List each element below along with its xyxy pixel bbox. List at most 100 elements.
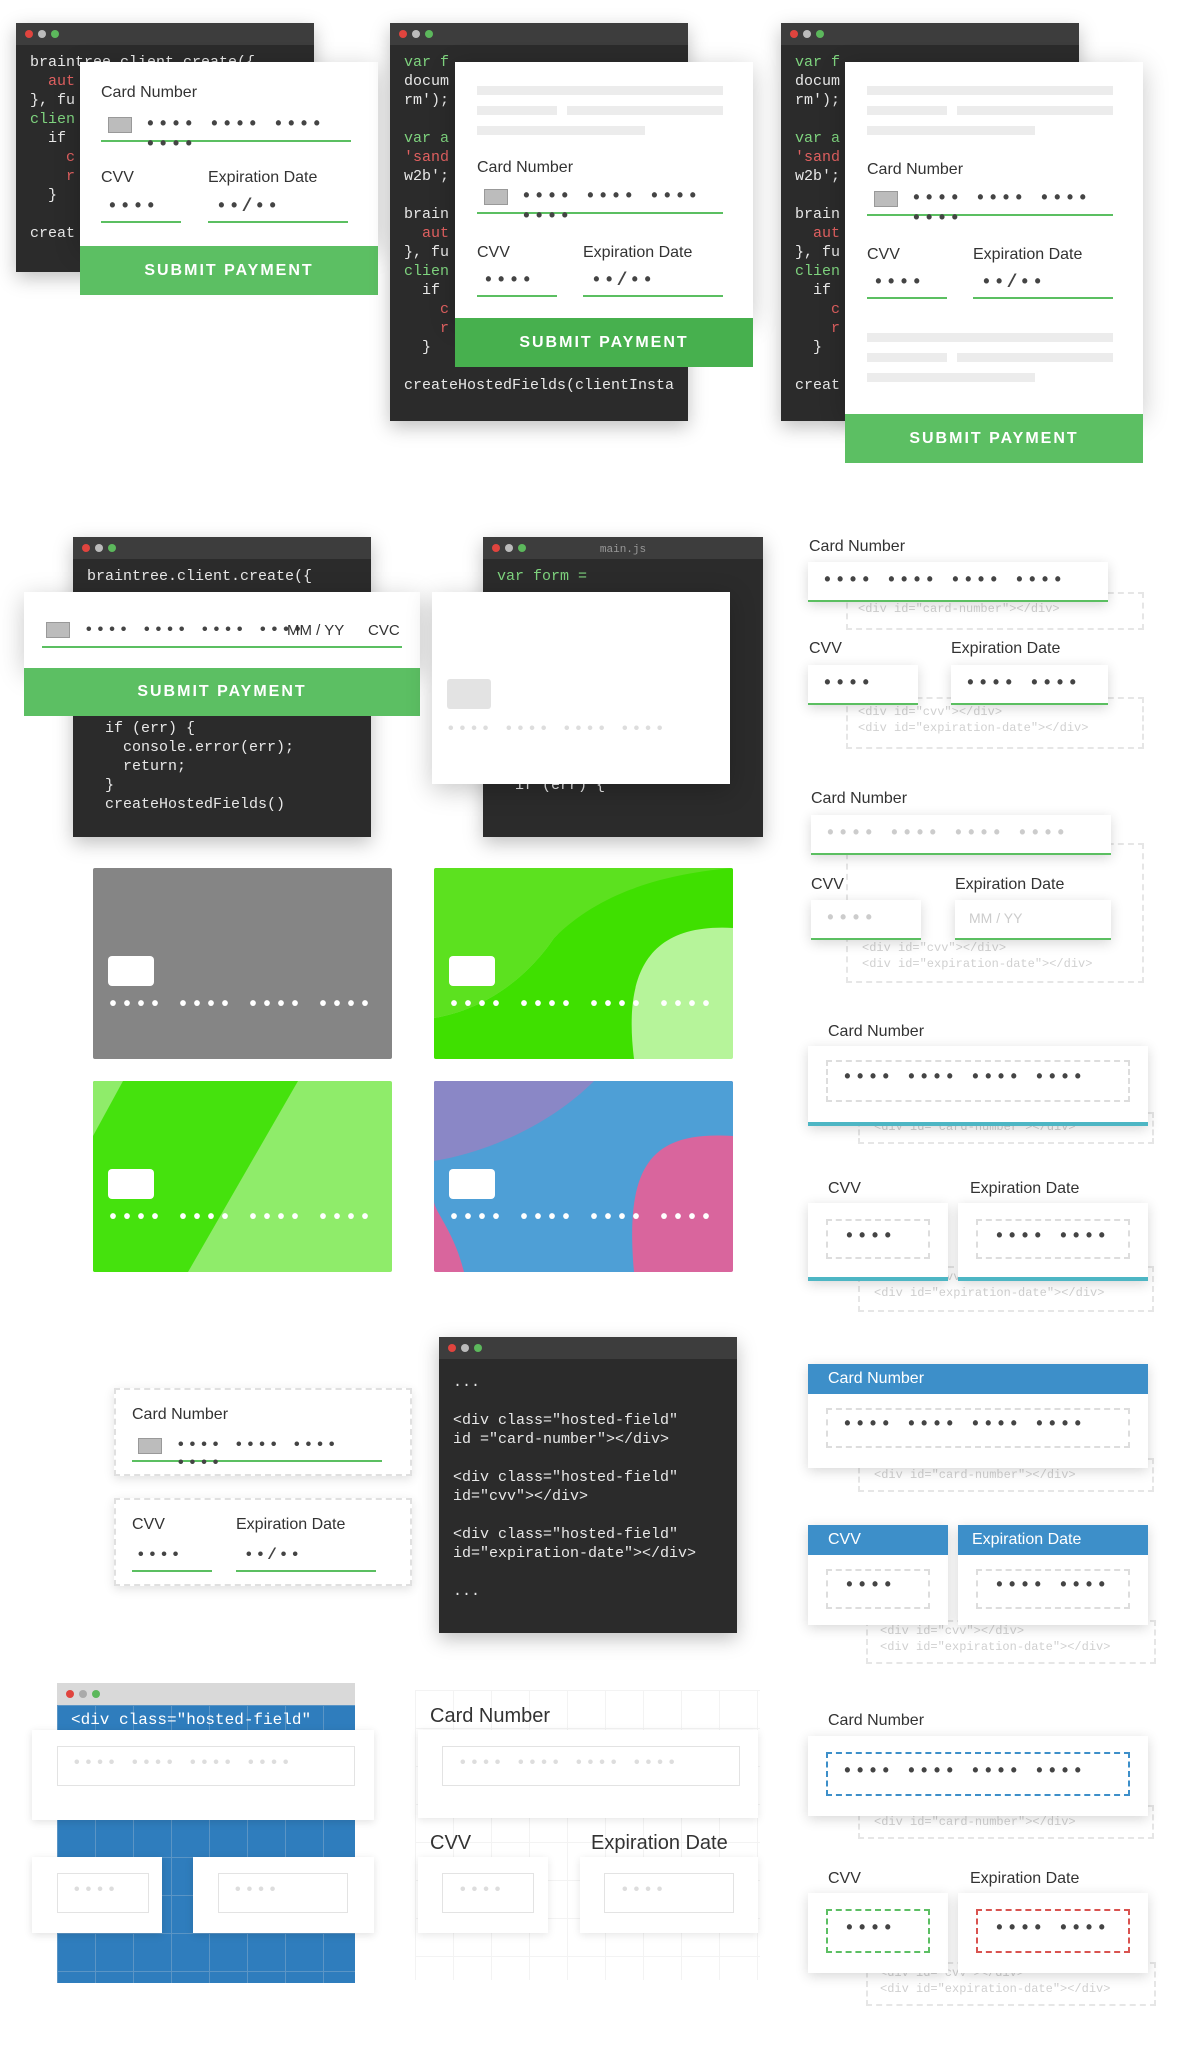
hint-code: <div id="card-number"></div> [858, 602, 1060, 616]
submit-button[interactable]: SUBMIT PAYMENT [24, 668, 420, 716]
code-line: id ="card-number"></div> [453, 1431, 670, 1448]
hosted-field-card: CVV •••• Expiration Date ••/•• [114, 1498, 412, 1586]
expiration-field[interactable]: •••• •••• [958, 1893, 1148, 1973]
overlay-field: •••• •••• •••• •••• [32, 1730, 374, 1820]
card-number-field[interactable]: •••• •••• •••• •••• [808, 1046, 1148, 1126]
cvv-field[interactable]: •••• [101, 195, 181, 223]
cvv-dots: •••• [873, 273, 925, 293]
cvv-dots: •••• [458, 1881, 505, 1899]
expiration-field[interactable]: •••• •••• [951, 665, 1108, 705]
expiration-label: Expiration Date [955, 876, 1065, 893]
submit-button[interactable]: SUBMIT PAYMENT [80, 246, 378, 295]
card-number-field[interactable]: Card Number •••• •••• •••• •••• [808, 1364, 1148, 1468]
submit-button[interactable]: SUBMIT PAYMENT [845, 414, 1143, 463]
hint-code: <div id="expiration-date"></div> [858, 721, 1089, 735]
cvv-label: CVV [132, 1516, 165, 1533]
card-dots: •••• •••• •••• •••• [842, 1762, 1086, 1782]
cvv-field[interactable]: •••• [808, 1893, 948, 1973]
expiry-placeholder: MM / YY [287, 622, 345, 639]
card-number-label: Card Number [477, 159, 574, 176]
title-bar [16, 23, 314, 45]
inline-card-form: •••• •••• •••• •••• MM / YY CVC [24, 592, 420, 668]
cvv-dots: •••• [844, 1227, 896, 1247]
cvv-label: CVV [811, 876, 844, 893]
expiration-field[interactable]: ••/•• [208, 195, 348, 223]
cvv-field[interactable]: •••• [808, 665, 918, 705]
hint-code: <div id="cvv"></div> [880, 1624, 1025, 1638]
cvv-label: CVV [477, 244, 510, 261]
hint-code: <div id="expiration-date"></div> [862, 957, 1093, 971]
code-line: id="cvv"></div> [453, 1488, 589, 1505]
hint-code: <div id="cvv"></div> [862, 941, 1007, 955]
card-number-field[interactable]: •••• •••• •••• •••• MM / YY CVC [42, 616, 402, 648]
expiration-field[interactable]: ••/•• [236, 1544, 376, 1572]
card-number-field[interactable]: •••• •••• •••• •••• [867, 186, 1113, 229]
expiration-label: Expiration Date [208, 169, 318, 186]
cvv-label: CVV [809, 640, 842, 657]
code-line: ... [453, 1583, 481, 1600]
exp-dots: ••/•• [981, 273, 1046, 293]
exp-placeholder: MM / YY [969, 910, 1023, 926]
credit-card-blue-pink: •••• •••• •••• •••• [434, 1081, 733, 1272]
card-number-field[interactable]: •••• •••• •••• •••• [477, 184, 723, 227]
expiration-field[interactable]: ••/•• [583, 269, 723, 297]
submit-button[interactable]: SUBMIT PAYMENT [455, 318, 753, 367]
cvv-field[interactable]: •••• [867, 271, 947, 299]
expiration-field[interactable]: ••/•• [973, 271, 1113, 299]
exp-dots: ••/•• [244, 1546, 303, 1564]
code-line: console.error(err); [87, 739, 295, 756]
card-icon [108, 117, 132, 133]
card-number-label: Card Number [828, 1712, 925, 1729]
cvv-field[interactable]: •••• [477, 269, 557, 297]
card-number-field[interactable]: •••• •••• •••• •••• [418, 1730, 758, 1818]
expiration-field[interactable]: Expiration Date •••• •••• [958, 1525, 1148, 1625]
hint-code: <div id="expiration-date"></div> [880, 1640, 1111, 1654]
card-dots: •••• •••• •••• •••• [446, 720, 667, 738]
card-number-dots: •••• •••• •••• •••• [107, 994, 374, 1017]
card-chip-placeholder [447, 679, 491, 709]
cvv-field[interactable]: CVV •••• [808, 1525, 948, 1625]
card-number-header: Card Number [808, 1364, 1148, 1394]
expiration-field[interactable]: •••• [580, 1857, 758, 1933]
code-line: braintree.client.create({ [87, 568, 313, 585]
card-number-field[interactable]: •••• •••• •••• •••• [132, 1434, 382, 1472]
card-number-field[interactable]: •••• •••• •••• •••• [811, 815, 1111, 855]
card-number-field[interactable]: •••• •••• •••• •••• [101, 112, 351, 155]
card-dots: •••• •••• •••• •••• [145, 115, 325, 155]
card-number-label: Card Number [809, 538, 906, 555]
card-icon [484, 189, 508, 205]
card-number-label: Card Number [132, 1406, 229, 1423]
code-line: var form = [497, 568, 588, 585]
cvv-dots: •••• [825, 909, 877, 929]
card-dots: •••• •••• •••• •••• [911, 189, 1091, 229]
expiration-label: Expiration Date [591, 1832, 728, 1854]
cvv-field[interactable]: •••• [418, 1857, 548, 1933]
code-line: createHostedFields(clientInsta [404, 377, 675, 394]
cvv-dots: •••• [107, 197, 159, 217]
title-bar: main.js [483, 537, 763, 559]
cvv-field[interactable]: •••• [132, 1544, 212, 1572]
card-number-field[interactable]: •••• •••• •••• •••• [808, 562, 1108, 602]
cvv-field[interactable]: •••• [808, 1203, 948, 1281]
cvv-dots: •••• [844, 1576, 896, 1596]
cvv-field[interactable]: •••• [811, 900, 921, 940]
card-number-field[interactable]: •••• •••• •••• •••• [808, 1736, 1148, 1816]
overlay-field: •••• [193, 1857, 374, 1933]
cvv-label: CVV [101, 169, 134, 186]
expiration-label: Expiration Date [236, 1516, 346, 1533]
card-dots: •••• •••• •••• •••• [822, 571, 1066, 591]
credit-card-green-diagonal: •••• •••• •••• •••• [93, 1081, 392, 1272]
cvv-label: CVV [867, 246, 900, 263]
cvc-placeholder: CVC [368, 622, 400, 639]
expiration-label: Expiration Date [583, 244, 693, 261]
code-line: <div class="hosted-field" [453, 1469, 679, 1486]
expiration-field[interactable]: MM / YY [955, 900, 1111, 940]
card-dots: •••• •••• •••• •••• [521, 187, 701, 227]
card-dots: •••• •••• •••• •••• [458, 1754, 679, 1772]
code-text: ... <div class="hosted-field" id ="card-n… [439, 1359, 737, 1609]
expiration-field[interactable]: •••• •••• [958, 1203, 1148, 1281]
card-number-label: Card Number [430, 1705, 551, 1727]
card-number-label: Card Number [811, 790, 908, 807]
